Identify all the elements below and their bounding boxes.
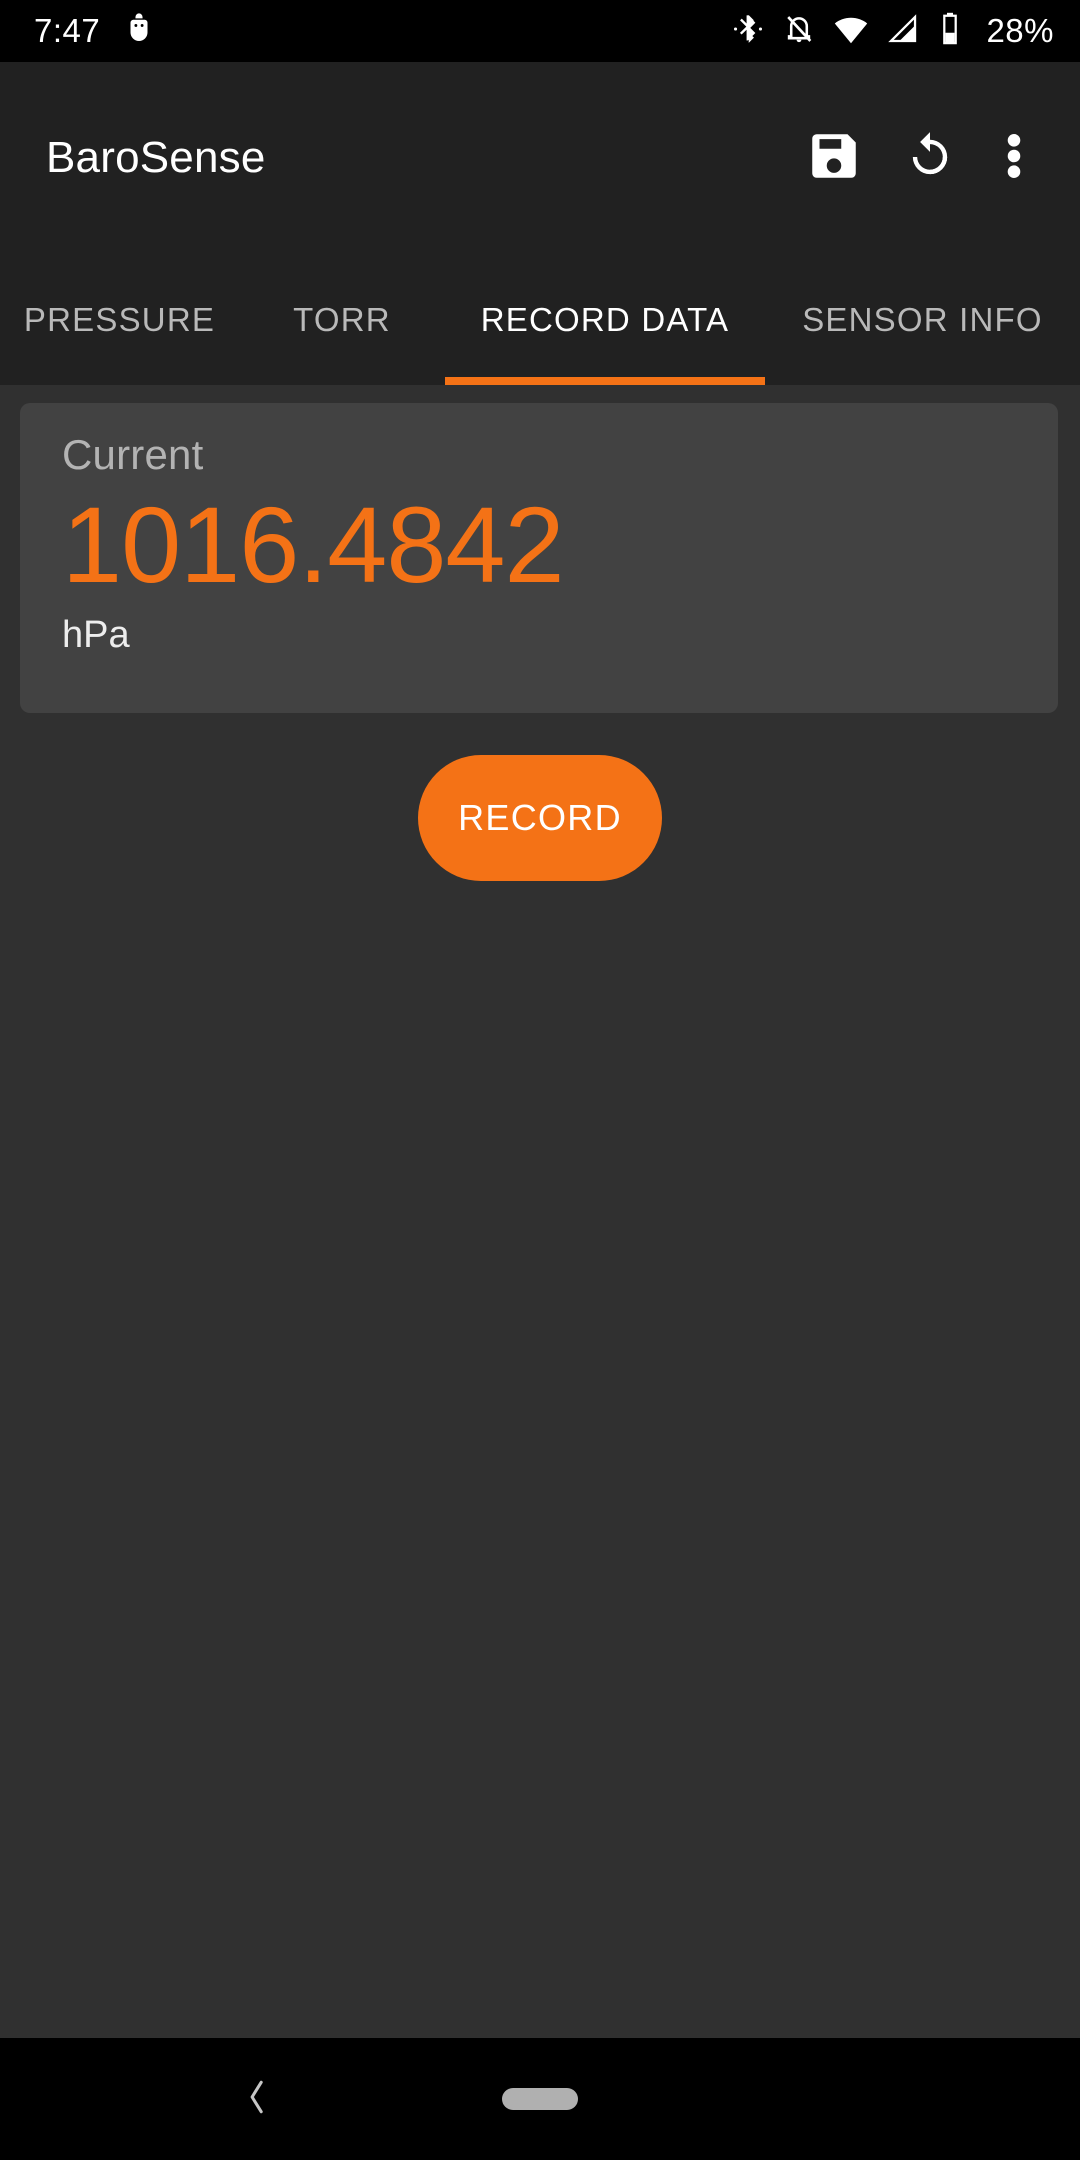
phone-screen: 7:47 28% BaroSense PRESSURE TORR RECORD … — [0, 0, 1080, 2160]
bell-off-icon — [782, 12, 816, 51]
reading-value: 1016.4842 — [62, 484, 565, 605]
tab-sensor-info-label: SENSOR INFO — [802, 300, 1043, 338]
app-bar: BaroSense PRESSURE TORR RECORD DATA SENS… — [0, 62, 1080, 385]
system-navigation-bar — [0, 2038, 1080, 2160]
tab-active-indicator — [445, 377, 765, 385]
tab-pressure-label: PRESSURE — [23, 300, 216, 338]
tab-sensor-info[interactable]: SENSOR INFO — [765, 254, 1080, 385]
status-bar-system-icons: 28% — [731, 11, 1054, 52]
status-bar-notification-icons — [122, 12, 156, 51]
nav-back-button[interactable] — [196, 2038, 316, 2160]
reading-label: Current — [62, 431, 204, 478]
save-button[interactable] — [786, 110, 882, 206]
status-bar-clock: 7:47 — [34, 12, 101, 49]
tab-torr[interactable]: TORR — [239, 254, 445, 385]
nav-home-pill[interactable] — [502, 2088, 578, 2110]
bluetooth-icon — [731, 12, 765, 51]
tab-pressure[interactable]: PRESSURE — [0, 254, 239, 385]
tab-record-data[interactable]: RECORD DATA — [445, 254, 765, 385]
overflow-menu-button[interactable] — [978, 110, 1050, 206]
android-debug-icon — [122, 12, 156, 51]
save-icon — [805, 127, 863, 190]
cell-signal-icon — [886, 12, 920, 51]
reading-unit: hPa — [62, 613, 130, 656]
tab-bar: PRESSURE TORR RECORD DATA SENSOR INFO — [0, 254, 1080, 385]
tab-record-data-label: RECORD DATA — [480, 300, 730, 338]
app-title: BaroSense — [46, 133, 266, 182]
current-reading-card: Current 1016.4842 hPa — [20, 403, 1058, 713]
app-bar-row: BaroSense — [0, 62, 1080, 254]
refresh-icon — [901, 127, 959, 190]
refresh-button[interactable] — [882, 110, 978, 206]
back-chevron-icon — [238, 2071, 274, 2128]
battery-percent-label: 28% — [986, 12, 1054, 49]
more-vertical-icon — [1006, 127, 1022, 190]
record-button[interactable]: RECORD — [418, 755, 662, 881]
main-content: Current 1016.4842 hPa RECORD — [0, 385, 1080, 2038]
wifi-icon — [833, 11, 869, 52]
status-bar: 7:47 28% — [0, 0, 1080, 62]
battery-icon — [937, 11, 963, 52]
tab-torr-label: TORR — [293, 300, 391, 338]
app-bar-actions — [786, 110, 1050, 206]
